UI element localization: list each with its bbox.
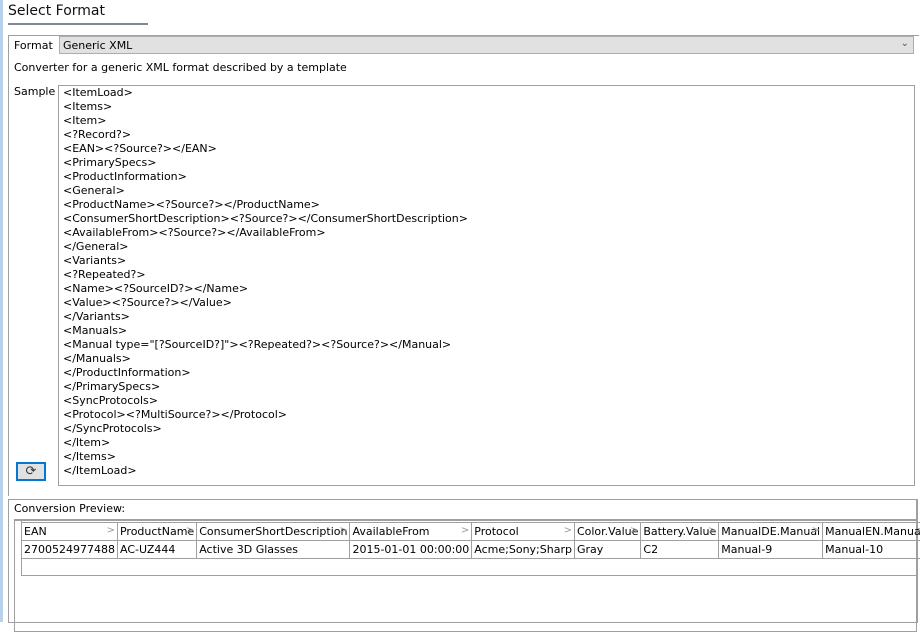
sample-line: <Manuals> xyxy=(59,324,914,338)
format-panel: Format Generic XML ⌄ Converter for a gen… xyxy=(8,35,919,496)
sample-label: Sample xyxy=(14,85,55,98)
sample-line: <EAN><?Source?></EAN> xyxy=(59,142,914,156)
sample-line: <ConsumerShortDescription><?Source?></Co… xyxy=(59,212,914,226)
preview-table-container: EAN>ProductName>ConsumerShortDescription… xyxy=(14,519,917,632)
sample-line: <Manual type="[?SourceID?]"><?Repeated?>… xyxy=(59,338,914,352)
column-header[interactable]: ProductName> xyxy=(117,523,196,541)
chevron-right-icon: > xyxy=(708,525,716,536)
table-cell: Manual-9 xyxy=(719,541,823,559)
sample-line: </ItemLoad> xyxy=(59,464,914,478)
conversion-preview-panel: Conversion Preview: EAN>ProductName>Cons… xyxy=(8,499,918,623)
sample-line: <ItemLoad> xyxy=(59,86,914,100)
sample-line: <General> xyxy=(59,184,914,198)
column-header-label: AvailableFrom xyxy=(352,525,429,538)
column-header[interactable]: ManualEN.Manual> xyxy=(823,523,920,541)
format-select[interactable]: Generic XML ⌄ xyxy=(59,36,914,54)
table-cell: C2 xyxy=(641,541,719,559)
column-header-label: ManualEN.Manual xyxy=(825,525,920,538)
table-row[interactable]: 2700524977488AC-UZ444Active 3D Glasses20… xyxy=(22,541,920,559)
format-value: Generic XML xyxy=(63,39,132,52)
chevron-right-icon: > xyxy=(812,525,820,536)
chevron-right-icon: > xyxy=(564,525,572,536)
table-cell: Acme;Sony;Sharp xyxy=(472,541,575,559)
table-cell: AC-UZ444 xyxy=(117,541,196,559)
chevron-right-icon: > xyxy=(107,525,115,536)
window-edge xyxy=(0,0,3,622)
sample-line: <Name><?SourceID?></Name> xyxy=(59,282,914,296)
sample-line: <Items> xyxy=(59,100,914,114)
column-header[interactable]: AvailableFrom > xyxy=(350,523,472,541)
chevron-right-icon: > xyxy=(630,525,638,536)
page-title: Select Format xyxy=(8,3,105,19)
column-header[interactable]: ManualDE.Manual> xyxy=(719,523,823,541)
sample-line: <?Record?> xyxy=(59,128,914,142)
sample-line: </Item> xyxy=(59,436,914,450)
table-divider xyxy=(21,575,916,576)
chevron-right-icon: > xyxy=(915,525,920,536)
column-header-label: ConsumerShortDescription xyxy=(199,525,347,538)
sample-line: </ProductInformation> xyxy=(59,366,914,380)
sample-line: <?Repeated?> xyxy=(59,268,914,282)
sample-line: <Protocol><?MultiSource?></Protocol> xyxy=(59,408,914,422)
column-header[interactable]: Battery.Value> xyxy=(641,523,719,541)
chevron-right-icon: > xyxy=(186,525,194,536)
table-cell: Active 3D Glasses xyxy=(197,541,350,559)
sample-line: </PrimarySpecs> xyxy=(59,380,914,394)
preview-table: EAN>ProductName>ConsumerShortDescription… xyxy=(21,522,920,559)
column-header[interactable]: EAN > xyxy=(22,523,118,541)
table-cell: Gray xyxy=(574,541,640,559)
sample-line: </Manuals> xyxy=(59,352,914,366)
table-cell: 2700524977488 xyxy=(22,541,118,559)
format-label: Format xyxy=(14,39,53,52)
title-underline xyxy=(8,23,148,25)
sample-line: <ProductName><?Source?></ProductName> xyxy=(59,198,914,212)
format-description: Converter for a generic XML format descr… xyxy=(14,61,347,74)
chevron-down-icon: ⌄ xyxy=(901,38,909,49)
column-header[interactable]: Protocol > xyxy=(472,523,575,541)
column-header-label: ManualDE.Manual xyxy=(721,525,820,538)
sample-line: </SyncProtocols> xyxy=(59,422,914,436)
sample-line: <SyncProtocols> xyxy=(59,394,914,408)
sample-line: <Value><?Source?></Value> xyxy=(59,296,914,310)
column-header[interactable]: ConsumerShortDescription> xyxy=(197,523,350,541)
sample-line: <PrimarySpecs> xyxy=(59,156,914,170)
column-header-label: Battery.Value xyxy=(643,525,716,538)
sample-line: <Variants> xyxy=(59,254,914,268)
sample-line: </Items> xyxy=(59,450,914,464)
sample-line: <Item> xyxy=(59,114,914,128)
column-header-label: ProductName xyxy=(120,525,194,538)
preview-label: Conversion Preview: xyxy=(14,502,125,515)
table-cell: 2015-01-01 00:00:00 xyxy=(350,541,472,559)
sample-line: </General> xyxy=(59,240,914,254)
column-header-label: Protocol xyxy=(474,525,518,538)
chevron-right-icon: > xyxy=(461,525,469,536)
sample-line: <AvailableFrom><?Source?></AvailableFrom… xyxy=(59,226,914,240)
table-cell: Manual-10 xyxy=(823,541,920,559)
sample-line: <ProductInformation> xyxy=(59,170,914,184)
table-header-row: EAN>ProductName>ConsumerShortDescription… xyxy=(22,523,920,541)
column-header-label: EAN xyxy=(24,525,47,538)
refresh-button[interactable]: ⟳ xyxy=(16,462,46,481)
sample-textarea[interactable]: <ItemLoad><Items><Item><?Record?><EAN><?… xyxy=(58,85,915,486)
chevron-right-icon: > xyxy=(339,525,347,536)
column-header[interactable]: Color.Value> xyxy=(574,523,640,541)
sample-line: </Variants> xyxy=(59,310,914,324)
refresh-icon: ⟳ xyxy=(26,464,37,479)
